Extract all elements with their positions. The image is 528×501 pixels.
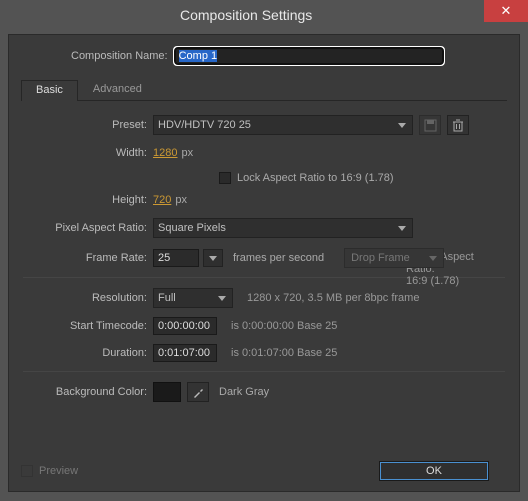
par-row: Pixel Aspect Ratio: Square Pixels: [23, 218, 505, 238]
preset-value: HDV/HDTV 720 25: [158, 119, 251, 131]
resolution-row: Resolution: Full 1280 x 720, 3.5 MB per …: [23, 288, 505, 308]
par-value: Square Pixels: [158, 222, 226, 234]
chevron-down-icon: [394, 117, 410, 133]
width-value[interactable]: 1280: [153, 147, 177, 159]
composition-name-label: Composition Name:: [71, 50, 168, 62]
eyedropper-button[interactable]: [187, 382, 209, 402]
bgcolor-name: Dark Gray: [219, 386, 269, 398]
frame-rate-dropdown[interactable]: [203, 249, 223, 267]
resolution-dropdown[interactable]: Full: [153, 288, 233, 308]
drop-frame-dropdown: Drop Frame: [344, 248, 444, 268]
frame-rate-suffix: frames per second: [233, 252, 324, 264]
bgcolor-swatch[interactable]: [153, 382, 181, 402]
bottom-row: Preview OK: [21, 461, 507, 481]
par-label: Pixel Aspect Ratio:: [23, 222, 153, 234]
width-unit: px: [181, 147, 193, 159]
composition-panel: Composition Name: Basic Advanced Preset:…: [8, 34, 520, 492]
bgcolor-label: Background Color:: [23, 386, 153, 398]
composition-name-input[interactable]: [174, 47, 444, 65]
height-row: Height: 720 px: [23, 191, 505, 209]
chevron-down-icon: [394, 220, 410, 236]
preset-label: Preset:: [23, 119, 153, 131]
height-unit: px: [175, 194, 187, 206]
height-value[interactable]: 720: [153, 194, 171, 206]
start-timecode-input[interactable]: [153, 317, 217, 335]
start-timecode-label: Start Timecode:: [23, 320, 153, 332]
lock-aspect-row: Lock Aspect Ratio to 16:9 (1.78): [23, 169, 505, 187]
delete-preset-button[interactable]: [447, 115, 469, 135]
ok-button[interactable]: OK: [379, 461, 489, 481]
ok-label: OK: [426, 465, 442, 477]
frame-rate-label: Frame Rate:: [23, 252, 153, 264]
chevron-down-icon: [209, 256, 217, 261]
duration-row: Duration: is 0:01:07:00 Base 25: [23, 344, 505, 362]
resolution-label: Resolution:: [23, 292, 153, 304]
bgcolor-row: Background Color: Dark Gray: [23, 382, 505, 402]
width-label: Width:: [23, 147, 153, 159]
separator: [23, 371, 505, 372]
frame-rate-row: Frame Rate: frames per second Drop Frame: [23, 248, 505, 268]
chevron-down-icon: [425, 250, 441, 266]
resolution-value: Full: [158, 292, 176, 304]
par-dropdown[interactable]: Square Pixels: [153, 218, 413, 238]
close-button[interactable]: ✕: [484, 0, 528, 22]
chevron-down-icon: [214, 290, 230, 306]
preview-checkbox-row: Preview: [21, 465, 78, 477]
lock-aspect-label: Lock Aspect Ratio to 16:9 (1.78): [237, 172, 394, 184]
far-value: 16:9 (1.78): [406, 275, 459, 287]
drop-frame-label: Drop Frame: [351, 252, 410, 264]
basic-section: Preset: HDV/HDTV 720 25 Width: 1280 px L…: [21, 111, 507, 415]
tab-bar: Basic Advanced: [21, 79, 507, 101]
composition-name-row: Composition Name:: [21, 47, 507, 65]
preset-dropdown[interactable]: HDV/HDTV 720 25: [153, 115, 413, 135]
dialog-title: Composition Settings: [180, 7, 312, 23]
close-icon: ✕: [501, 3, 512, 19]
duration-label: Duration:: [23, 347, 153, 359]
tab-advanced[interactable]: Advanced: [78, 79, 157, 100]
start-timecode-info: is 0:00:00:00 Base 25: [231, 320, 337, 332]
preset-row: Preset: HDV/HDTV 720 25: [23, 115, 505, 135]
resolution-info: 1280 x 720, 3.5 MB per 8bpc frame: [247, 292, 419, 304]
tab-basic[interactable]: Basic: [21, 80, 78, 101]
eyedropper-icon: [192, 386, 205, 399]
title-bar: Composition Settings ✕: [0, 0, 528, 30]
duration-input[interactable]: [153, 344, 217, 362]
height-label: Height:: [23, 194, 153, 206]
save-icon: [424, 119, 437, 132]
duration-info: is 0:01:07:00 Base 25: [231, 347, 337, 359]
lock-aspect-checkbox[interactable]: [219, 172, 231, 184]
save-preset-button[interactable]: [419, 115, 441, 135]
preview-checkbox: [21, 465, 33, 477]
preview-label: Preview: [39, 465, 78, 477]
start-timecode-row: Start Timecode: is 0:00:00:00 Base 25: [23, 317, 505, 335]
frame-rate-input[interactable]: [153, 249, 199, 267]
trash-icon: [452, 119, 464, 132]
width-row: Width: 1280 px: [23, 144, 505, 162]
